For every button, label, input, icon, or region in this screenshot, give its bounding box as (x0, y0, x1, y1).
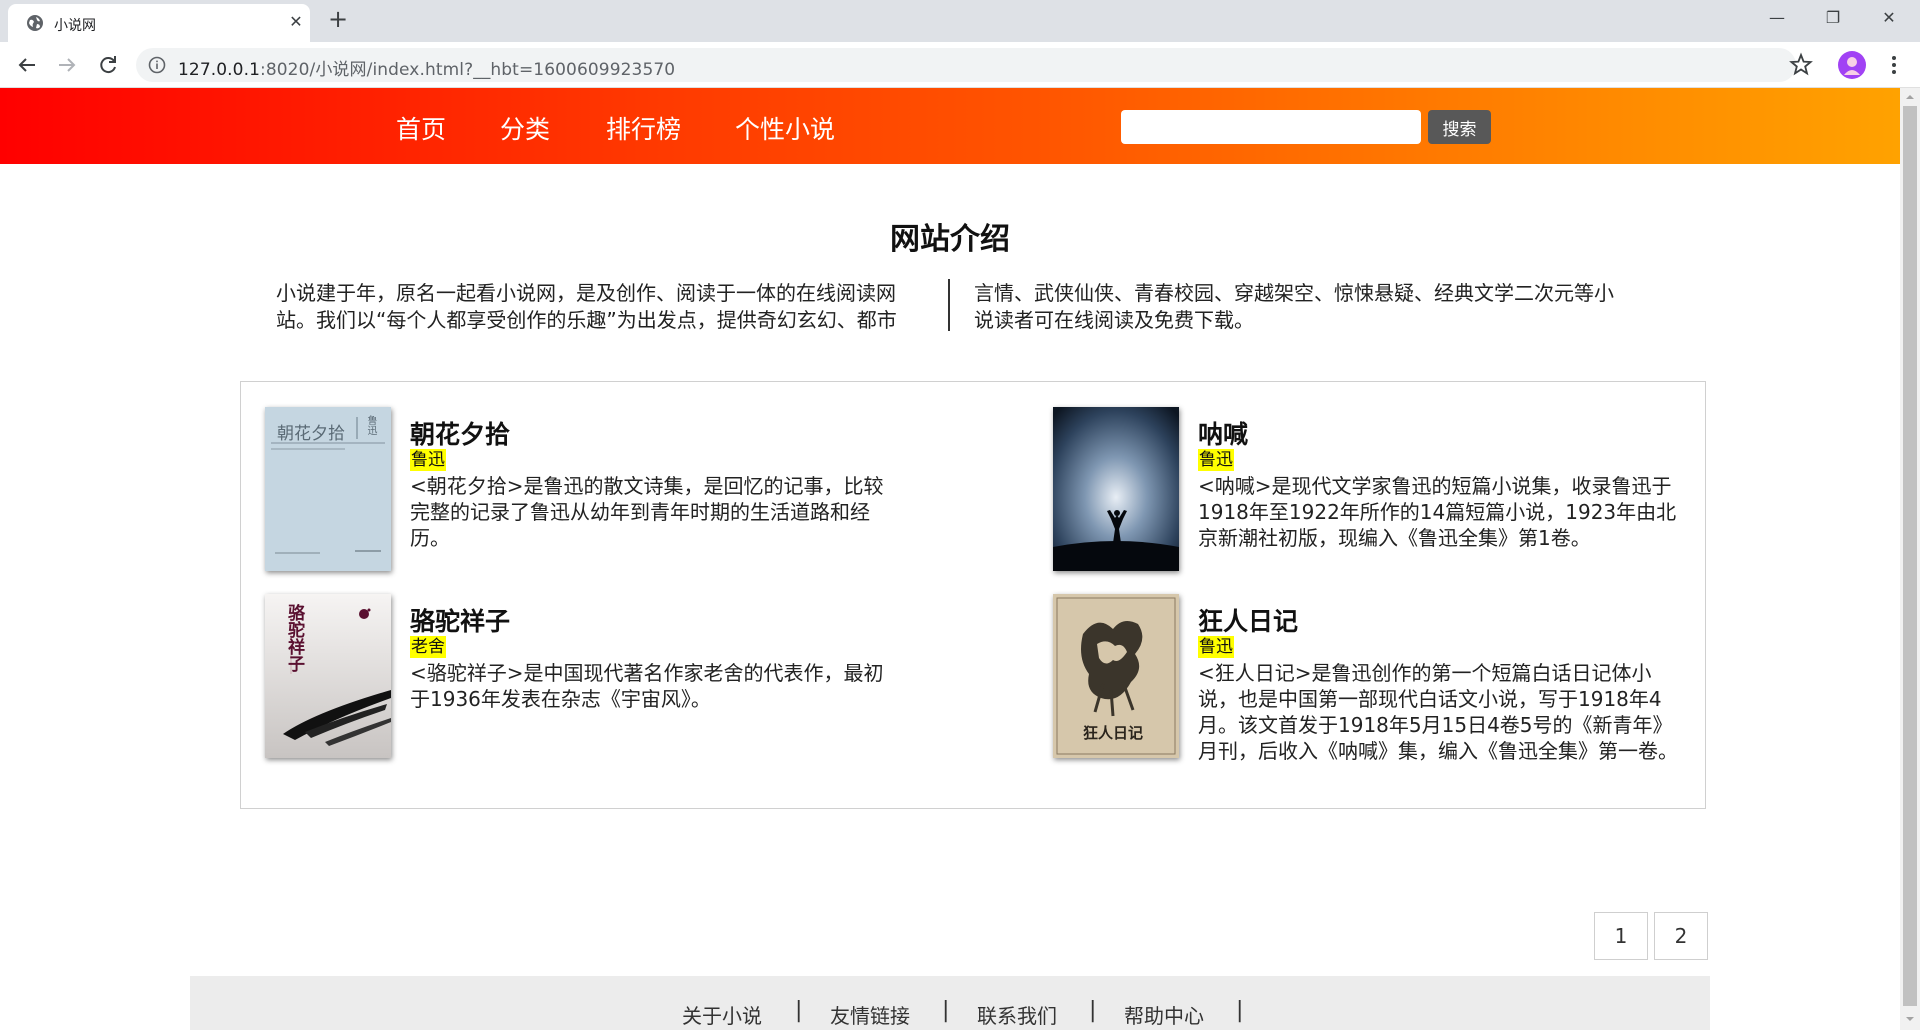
url-text: 127.0.0.1:8020/小说网/index.html?__hbt=1600… (178, 55, 675, 80)
book-cover[interactable]: 狂人日记 (1053, 594, 1179, 758)
nav-personal-novels[interactable]: 个性小说 (735, 110, 835, 146)
book-title[interactable]: 骆驼祥子 (410, 602, 510, 638)
page-viewport: 首页 分类 排行榜 个性小说 搜索 网站介绍 小说建于年，原名一起看小说网，是及… (0, 88, 1920, 1030)
back-icon[interactable] (13, 51, 41, 79)
intro-title: 网站介绍 (890, 222, 1010, 257)
footer-link-friends[interactable]: 友情链接 (830, 1000, 910, 1029)
nav-ranking[interactable]: 排行榜 (606, 110, 681, 146)
bookmark-star-icon[interactable] (1788, 52, 1814, 78)
book-cover[interactable] (1053, 407, 1179, 571)
browser-tab-strip: 小说网 ✕ + — ❐ ✕ (0, 0, 1920, 42)
window-close-button[interactable]: ✕ (1866, 0, 1912, 36)
page-button-2[interactable]: 2 (1654, 912, 1708, 960)
book-author: 鲁迅 (1198, 636, 1234, 658)
cover-title-text: 狂人日记 (1083, 724, 1144, 742)
footer-separator: | (795, 998, 803, 1023)
book-item[interactable]: 骆驼祥子 骆驼祥子 老舍 <骆驼祥子>是中国现代著名作家老舍的代表作，最初于19… (265, 594, 965, 764)
intro-text-right: 言情、武侠仙侠、青春校园、穿越架空、惊悚悬疑、经典文学二次元等小说读者可在线阅读… (974, 281, 1614, 332)
book-author: 老舍 (410, 636, 446, 658)
tab-title: 小说网 (54, 18, 96, 34)
page-button-1[interactable]: 1 (1594, 912, 1648, 960)
tab-close-icon[interactable]: ✕ (286, 12, 306, 32)
nav-category[interactable]: 分类 (500, 110, 550, 146)
browser-toolbar: 127.0.0.1:8020/小说网/index.html?__hbt=1600… (0, 42, 1920, 88)
globe-icon (27, 15, 43, 31)
book-description: <呐喊>是现代文学家鲁迅的短篇小说集，收录鲁迅于1918年至1922年所作的14… (1198, 474, 1677, 550)
book-cover[interactable]: 骆驼祥子 (265, 594, 391, 758)
nav-home[interactable]: 首页 (396, 110, 446, 146)
cover-title-text: 朝花夕拾 (277, 424, 345, 444)
book-description: <狂人日记>是鲁迅创作的第一个短篇白话日记体小说，也是中国第一部现代白话文小说，… (1198, 661, 1678, 763)
intro-divider (948, 279, 950, 331)
book-cover-art (1053, 407, 1179, 571)
footer-separator: | (1089, 998, 1097, 1023)
footer-separator: | (1236, 998, 1244, 1023)
book-item[interactable]: 朝花夕拾 鲁迅 朝花夕拾 鲁迅 <朝花夕拾>是鲁迅的散文诗集，是回忆的记事，比较… (265, 407, 965, 577)
scroll-up-arrow-icon[interactable] (1905, 92, 1915, 102)
new-tab-button[interactable]: + (326, 7, 350, 32)
book-description: <朝花夕拾>是鲁迅的散文诗集，是回忆的记事，比较完整的记录了鲁迅从幼年到青年时期… (410, 474, 884, 550)
forward-icon[interactable] (53, 51, 81, 79)
book-cover[interactable]: 朝花夕拾 鲁迅 (265, 407, 391, 571)
browser-tab[interactable]: 小说网 ✕ (8, 4, 310, 42)
vertical-scrollbar[interactable] (1900, 88, 1920, 1030)
intro-text-left: 小说建于年，原名一起看小说网，是及创作、阅读于一体的在线阅读网站。我们以“每个人… (276, 281, 897, 332)
search-button[interactable]: 搜索 (1428, 110, 1491, 144)
book-title[interactable]: 朝花夕拾 (410, 415, 510, 451)
url-path: :8020/小说网/index.html?__hbt=1600609923570 (260, 60, 676, 80)
book-author: 鲁迅 (1198, 449, 1234, 471)
book-list: 朝花夕拾 鲁迅 朝花夕拾 鲁迅 <朝花夕拾>是鲁迅的散文诗集，是回忆的记事，比较… (240, 381, 1706, 809)
menu-kebab-icon[interactable] (1884, 52, 1904, 78)
scroll-down-arrow-icon[interactable] (1905, 1014, 1915, 1024)
restore-button[interactable]: ❐ (1810, 0, 1856, 36)
address-bar[interactable]: 127.0.0.1:8020/小说网/index.html?__hbt=1600… (136, 48, 1796, 82)
info-icon[interactable] (148, 56, 166, 74)
book-item[interactable]: 呐喊 鲁迅 <呐喊>是现代文学家鲁迅的短篇小说集，收录鲁迅于1918年至1922… (1053, 407, 1693, 577)
footer-link-contact[interactable]: 联系我们 (977, 1000, 1057, 1029)
book-title[interactable]: 狂人日记 (1198, 602, 1298, 638)
book-author: 鲁迅 (410, 449, 446, 471)
cover-author-text: 鲁迅 (365, 415, 376, 435)
book-item[interactable]: 狂人日记 狂人日记 鲁迅 <狂人日记>是鲁迅创作的第一个短篇白话日记体小说，也是… (1053, 594, 1693, 764)
cover-title-text: 骆驼祥子 (284, 604, 304, 672)
book-title[interactable]: 呐喊 (1198, 415, 1248, 451)
url-host: 127.0.0.1 (178, 60, 261, 80)
footer-separator: | (942, 998, 950, 1023)
site-header: 首页 分类 排行榜 个性小说 搜索 (0, 88, 1900, 164)
footer-link-about[interactable]: 关于小说 (682, 1000, 762, 1029)
book-description: <骆驼祥子>是中国现代著名作家老舍的代表作，最初于1936年发表在杂志《宇宙风》… (410, 661, 884, 711)
reload-icon[interactable] (94, 51, 122, 79)
scrollbar-thumb[interactable] (1903, 106, 1917, 1006)
site-footer: 关于小说 | 友情链接 | 联系我们 | 帮助中心 | (190, 976, 1710, 1030)
search-input[interactable] (1121, 110, 1421, 144)
profile-avatar-icon[interactable] (1838, 51, 1866, 79)
minimize-button[interactable]: — (1754, 0, 1800, 36)
footer-link-help[interactable]: 帮助中心 (1124, 1000, 1204, 1029)
